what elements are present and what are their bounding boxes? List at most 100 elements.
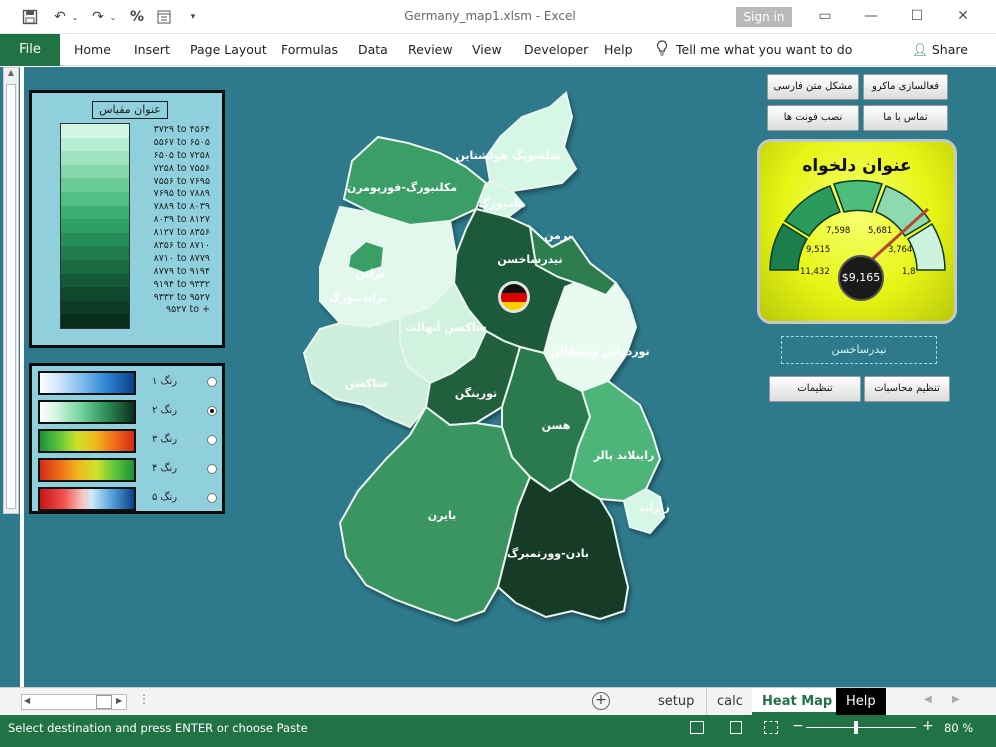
color-scheme-option[interactable]: رنگ ۴ xyxy=(38,458,218,482)
legend-band xyxy=(61,287,129,301)
legend-band xyxy=(61,246,129,260)
scroll-thumb[interactable] xyxy=(6,84,16,509)
region-rheinland-pfalz[interactable] xyxy=(568,379,662,503)
color-scheme-option[interactable]: رنگ ۳ xyxy=(38,429,218,453)
legend-band xyxy=(61,151,129,165)
color-scheme-option[interactable]: رنگ ۲ xyxy=(38,400,218,424)
title-bar: ↶ ⌄ ↷ ⌄ % ▾ Germany_map1.xlsm - Excel Si… xyxy=(0,0,996,34)
tab-help[interactable]: Help xyxy=(604,42,633,57)
tab-help-sheet[interactable]: Help xyxy=(836,688,886,715)
tab-insert[interactable]: Insert xyxy=(134,42,170,57)
tab-file[interactable]: File xyxy=(0,34,60,66)
tab-page-layout[interactable]: Page Layout xyxy=(190,42,267,57)
color-scheme-gradient xyxy=(38,429,136,453)
tab-home[interactable]: Home xyxy=(74,42,111,57)
color-scheme-panel: رنگ ۱ رنگ ۲ رنگ ۳ رنگ ۴ رنگ ۵ xyxy=(29,363,225,514)
undo-dropdown-icon[interactable]: ⌄ xyxy=(70,7,80,27)
save-icon[interactable] xyxy=(20,7,40,27)
normal-view-icon[interactable] xyxy=(690,721,704,734)
redo-icon[interactable]: ↷ xyxy=(88,7,108,27)
tab-heat-map[interactable]: Heat Map xyxy=(752,688,843,715)
sheet-options-icon[interactable]: ⋮ xyxy=(138,692,150,706)
legend-ranges: ۳۷۲۹ to ۴۵۶۴ ۵۵۶۷ to ۶۵۰۵ ۶۵۰۵ to ۷۲۵۸ ۷۲۵۸… xyxy=(140,124,210,317)
sheet-tab-bar: ◀ ▶ ⋮ + setup calc Heat Map Help ◀ ▶ xyxy=(0,687,996,715)
page-layout-view-icon[interactable] xyxy=(730,721,742,734)
tab-calc[interactable]: calc xyxy=(706,688,753,715)
tab-review[interactable]: Review xyxy=(408,42,453,57)
tell-me-box[interactable]: Tell me what you want to do xyxy=(656,40,852,59)
legend-range-label: ۸۷۷۹ to ۹۱۹۴ xyxy=(153,265,210,277)
scroll-right-icon[interactable]: ▶ xyxy=(116,696,122,705)
contact-us-button[interactable]: تماس با ما xyxy=(863,105,948,131)
legend-range-label: ۶۵۰۵ to ۷۲۵۸ xyxy=(153,149,210,161)
ribbon-display-icon[interactable]: ▭ xyxy=(810,5,840,27)
color-scheme-radio[interactable] xyxy=(207,435,217,445)
status-message: Select destination and press ENTER or ch… xyxy=(8,721,308,735)
zoom-slider[interactable] xyxy=(806,727,916,728)
redo-dropdown-icon[interactable]: ⌄ xyxy=(108,7,118,27)
install-fonts-button[interactable]: نصب فونت ها xyxy=(767,105,859,131)
settings-button[interactable]: تنظیمات xyxy=(769,376,861,402)
color-scheme-option[interactable]: رنگ ۵ xyxy=(38,487,218,511)
legend-color-bar xyxy=(60,123,130,329)
worksheet-area[interactable]: ▲ عنوان مقیاس ۳۷۲۹ to ۴۵۶۴ ۵۵۶۷ to ۶۵۰۵ ۶۵… xyxy=(0,67,996,687)
page-break-view-icon[interactable] xyxy=(764,721,778,734)
color-scheme-gradient xyxy=(38,371,136,395)
add-sheet-icon[interactable]: + xyxy=(592,692,610,710)
legend-band xyxy=(61,191,129,206)
zoom-out-icon[interactable]: − xyxy=(792,718,804,734)
percent-button[interactable]: % xyxy=(128,7,146,27)
close-icon[interactable]: ✕ xyxy=(948,5,978,27)
zoom-in-icon[interactable]: + xyxy=(922,718,934,734)
legend-band xyxy=(61,164,129,179)
label-hamburg: هامبورگ xyxy=(478,196,526,210)
color-scheme-label: رنگ ۴ xyxy=(152,463,178,474)
scroll-left-icon[interactable]: ◀ xyxy=(24,696,30,705)
tab-developer[interactable]: Developer xyxy=(524,42,588,57)
selected-region-box[interactable]: نیدرساخسن xyxy=(781,336,937,364)
legend-range-label: ۷۸۸۹ to ۸۰۳۹ xyxy=(153,201,210,213)
horizontal-scroll-thumb[interactable] xyxy=(96,695,112,709)
scroll-up-icon[interactable]: ▲ xyxy=(4,68,18,82)
gauge-panel: عنوان دلخواه 7,598 5,681 9,515 3,764 11,… xyxy=(757,139,957,324)
maximize-icon[interactable]: ☐ xyxy=(902,5,932,27)
minimize-icon[interactable]: — xyxy=(856,5,886,27)
tab-view[interactable]: View xyxy=(472,42,502,57)
tab-data[interactable]: Data xyxy=(358,42,388,57)
color-scheme-radio[interactable] xyxy=(207,464,217,474)
status-bar: Select destination and press ENTER or ch… xyxy=(0,715,996,747)
horizontal-scrollbar[interactable]: ◀ ▶ xyxy=(21,694,127,710)
color-scheme-radio[interactable] xyxy=(207,406,217,416)
legend-band xyxy=(61,300,129,315)
person-icon: 👤︎ xyxy=(912,42,928,57)
gauge-value: $9,165 xyxy=(838,255,884,301)
window-title: Germany_map1.xlsm - Excel xyxy=(404,9,576,23)
gauge-tick: 7,598 xyxy=(826,226,851,236)
color-scheme-option[interactable]: رنگ ۱ xyxy=(38,371,218,395)
germany-map: شلسویگ هولشتاین هامبورگ مکلنبورگ-فورپومر… xyxy=(302,91,670,623)
sign-in-button[interactable]: Sign in xyxy=(736,7,792,27)
tab-scroll-left-icon[interactable]: ◀ xyxy=(924,694,932,705)
share-button[interactable]: 👤︎ Share xyxy=(912,42,968,58)
color-scheme-radio[interactable] xyxy=(207,493,217,503)
zoom-level[interactable]: 80 % xyxy=(944,721,973,735)
persian-text-issue-button[interactable]: مشکل متن فارسی xyxy=(767,74,859,100)
lightbulb-icon xyxy=(656,40,668,59)
form-icon[interactable] xyxy=(155,7,173,27)
enable-macro-button[interactable]: فعالسازی ماکرو xyxy=(863,74,948,100)
tab-scroll-right-icon[interactable]: ▶ xyxy=(952,694,960,705)
label-saarland: زارلند xyxy=(638,501,669,514)
zoom-slider-thumb[interactable] xyxy=(854,721,858,734)
gauge-tick: 11,432 xyxy=(800,267,830,277)
label-schleswig-holstein: شلسویگ هولشتاین xyxy=(455,148,560,162)
label-sachsen: ساکسن xyxy=(345,377,387,390)
tab-formulas[interactable]: Formulas xyxy=(281,42,338,57)
color-scheme-radio[interactable] xyxy=(207,377,217,387)
calculation-settings-button[interactable]: تنظیم محاسبات xyxy=(864,376,950,402)
undo-icon[interactable]: ↶ xyxy=(50,7,70,27)
region-schleswig-holstein[interactable] xyxy=(484,91,578,193)
tab-setup[interactable]: setup xyxy=(648,688,704,715)
vertical-scrollbar[interactable]: ▲ xyxy=(3,67,19,514)
customize-qat-icon[interactable]: ▾ xyxy=(186,7,200,27)
legend-range-label: ۳۷۲۹ to ۴۵۶۴ xyxy=(153,124,210,135)
